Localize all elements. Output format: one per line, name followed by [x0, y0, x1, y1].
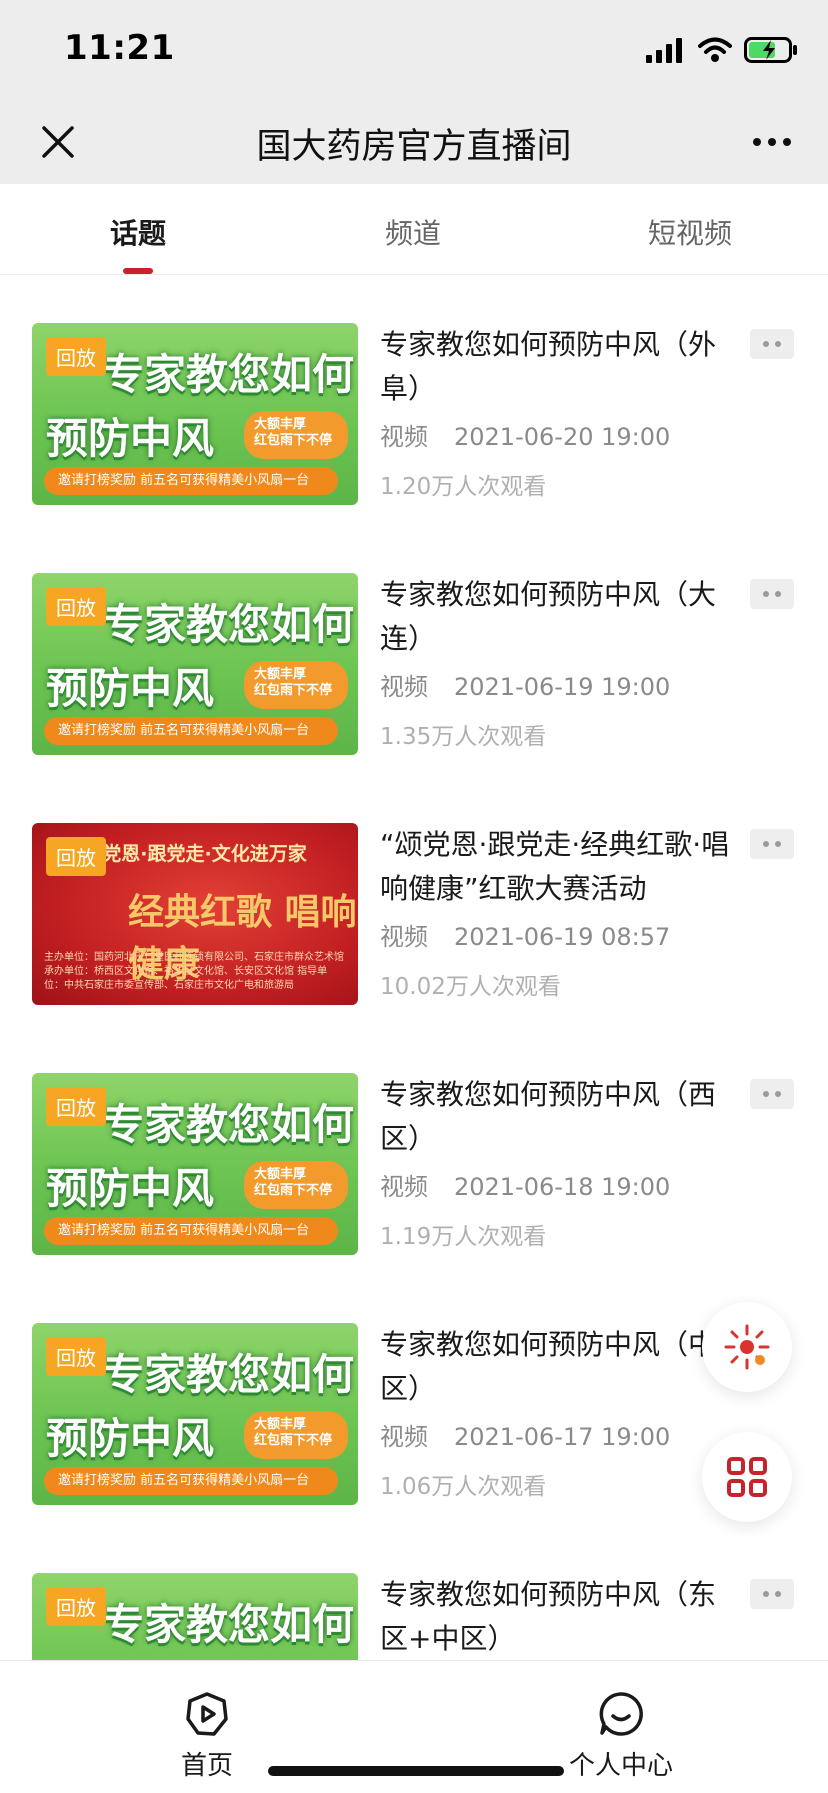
thumb-headline: 专家教您如何	[102, 350, 355, 399]
bottom-nav-profile[interactable]: 个人中心	[541, 1691, 701, 1782]
item-date: 2021-06-19 08:57	[454, 923, 671, 951]
wifi-icon	[698, 37, 732, 62]
topic-list: 专家教您如何 预防中风 大额丰厚 红包雨下不停 邀请打榜奖励 前五名可获得精美小…	[0, 275, 828, 1660]
smiley-icon	[599, 1692, 643, 1736]
battery-charging-icon	[744, 37, 797, 63]
thumb-bubble: 大额丰厚 红包雨下不停	[244, 1161, 348, 1209]
thumb-headline-2: 预防中风	[46, 1414, 215, 1463]
list-item[interactable]: 专家教您如何 预防中风 大额丰厚 红包雨下不停 邀请打榜奖励 前五名可获得精美小…	[0, 275, 828, 525]
item-more-button[interactable]	[750, 1079, 794, 1109]
thumb-headline: 专家教您如何	[102, 1100, 355, 1149]
item-views: 1.20万人次观看	[380, 474, 547, 500]
item-title: 专家教您如何预防中风（大连）	[380, 578, 717, 655]
burst-icon	[724, 1324, 770, 1370]
thumb-bubble: 大额丰厚 红包雨下不停	[244, 1411, 348, 1459]
replay-badge: 回放	[46, 837, 106, 876]
bottom-nav-home[interactable]: 首页	[127, 1691, 287, 1782]
item-more-button[interactable]	[750, 329, 794, 359]
thumb-banner: 邀请打榜奖励 前五名可获得精美小风扇一台	[44, 1467, 338, 1495]
grid-icon	[727, 1457, 767, 1497]
live-burst-button[interactable]	[702, 1302, 792, 1392]
video-thumbnail: 颂党恩·跟党走·文化进万家 经典红歌 唱响健康 主办单位：国药河北乐仁堂医药连锁…	[32, 823, 358, 1005]
thumb-banner: 邀请打榜奖励 前五名可获得精美小风扇一台	[44, 467, 338, 495]
item-more-button[interactable]	[750, 829, 794, 859]
more-options-icon[interactable]	[746, 116, 798, 168]
item-title: “颂党恩·跟党走·经典红歌·唱响健康”红歌大赛活动	[380, 828, 730, 905]
video-thumbnail: 专家教您如何 预防中风 回放	[32, 1573, 358, 1660]
thumb-headline: 专家教您如何	[102, 1350, 355, 1399]
home-indicator[interactable]	[268, 1766, 564, 1776]
item-date: 2021-06-19 19:00	[454, 673, 671, 701]
mini-program-grid-button[interactable]	[702, 1432, 792, 1522]
tab-bar: 话题 频道 短视频	[0, 184, 828, 275]
item-date: 2021-06-20 19:00	[454, 423, 671, 451]
thumb-headline-2: 预防中风	[46, 664, 215, 713]
thumb-banner: 邀请打榜奖励 前五名可获得精美小风扇一台	[44, 1217, 338, 1245]
tab-short-video[interactable]: 短视频	[610, 212, 770, 252]
replay-badge: 回放	[46, 1587, 106, 1626]
thumb-headline-2: 预防中风	[46, 414, 215, 463]
status-time: 11:21	[64, 28, 175, 68]
thumb-banner: 邀请打榜奖励 前五名可获得精美小风扇一台	[44, 717, 338, 745]
item-meta: 视频 2021-06-20 19:00	[380, 417, 670, 452]
item-title: 专家教您如何预防中风（东区+中区）	[380, 1578, 717, 1655]
item-type: 视频	[380, 923, 428, 951]
thumb-bubble: 大额丰厚 红包雨下不停	[244, 661, 348, 709]
replay-badge: 回放	[46, 1087, 106, 1126]
item-type: 视频	[380, 1173, 428, 1201]
thumb-bubble: 大额丰厚 红包雨下不停	[244, 411, 348, 459]
thumb-headline-2: 预防中风	[46, 1164, 215, 1213]
item-type: 视频	[380, 1423, 428, 1451]
item-meta: 视频 2021-06-19 19:00	[380, 667, 670, 702]
cellular-signal-icon	[646, 38, 682, 63]
bottom-nav-profile-label: 个人中心	[568, 1751, 673, 1781]
item-views: 1.06万人次观看	[380, 1474, 547, 1500]
list-item[interactable]: 专家教您如何 预防中风 大额丰厚 红包雨下不停 邀请打榜奖励 前五名可获得精美小…	[0, 525, 828, 775]
item-more-button[interactable]	[750, 1579, 794, 1609]
item-title: 专家教您如何预防中风（西区）	[380, 1078, 717, 1155]
item-meta: 视频 2021-06-19 08:57	[380, 917, 670, 952]
play-circle-icon	[186, 1692, 228, 1736]
thumb-credits: 主办单位：国药河北乐仁堂医药连锁有限公司、石家庄市群众艺术馆 承办单位：桥西区文…	[44, 952, 344, 991]
item-type: 视频	[380, 423, 428, 451]
item-more-button[interactable]	[750, 579, 794, 609]
item-title: 专家教您如何预防中风（外阜）	[380, 328, 717, 405]
item-views: 1.35万人次观看	[380, 724, 547, 750]
replay-badge: 回放	[46, 587, 106, 626]
video-thumbnail: 专家教您如何 预防中风 大额丰厚 红包雨下不停 邀请打榜奖励 前五名可获得精美小…	[32, 1323, 358, 1505]
replay-badge: 回放	[46, 1337, 106, 1376]
list-item[interactable]: 专家教您如何 预防中风 大额丰厚 红包雨下不停 邀请打榜奖励 前五名可获得精美小…	[0, 1025, 828, 1275]
tab-topics[interactable]: 话题	[58, 212, 218, 252]
item-views: 10.02万人次观看	[380, 974, 561, 1000]
item-date: 2021-06-17 19:00	[454, 1423, 671, 1451]
item-date: 2021-06-18 19:00	[454, 1173, 671, 1201]
item-views: 1.19万人次观看	[380, 1224, 547, 1250]
bottom-nav-home-label: 首页	[180, 1751, 233, 1781]
page-title: 国大药房官方直播间	[256, 127, 572, 167]
tab-channel[interactable]: 频道	[333, 212, 493, 252]
thumb-headline: 专家教您如何	[102, 600, 355, 649]
video-thumbnail: 专家教您如何 预防中风 大额丰厚 红包雨下不停 邀请打榜奖励 前五名可获得精美小…	[32, 323, 358, 505]
item-meta: 视频 2021-06-17 19:00	[380, 1417, 670, 1452]
video-thumbnail: 专家教您如何 预防中风 大额丰厚 红包雨下不停 邀请打榜奖励 前五名可获得精美小…	[32, 1073, 358, 1255]
nav-bar: 国大药房官方直播间	[0, 100, 828, 184]
list-item[interactable]: 专家教您如何 预防中风 回放 专家教您如何预防中风（东区+中区）	[0, 1525, 828, 1660]
status-icons	[646, 30, 798, 70]
thumb-headline: 专家教您如何	[102, 1600, 355, 1649]
item-title: 专家教您如何预防中风（中区）	[380, 1328, 717, 1405]
active-tab-indicator	[123, 268, 153, 274]
video-thumbnail: 专家教您如何 预防中风 大额丰厚 红包雨下不停 邀请打榜奖励 前五名可获得精美小…	[32, 573, 358, 755]
item-type: 视频	[380, 673, 428, 701]
item-meta: 视频 2021-06-18 19:00	[380, 1167, 670, 1202]
replay-badge: 回放	[46, 337, 106, 376]
list-item[interactable]: 颂党恩·跟党走·文化进万家 经典红歌 唱响健康 主办单位：国药河北乐仁堂医药连锁…	[0, 775, 828, 1025]
status-bar: 11:21	[0, 0, 828, 100]
